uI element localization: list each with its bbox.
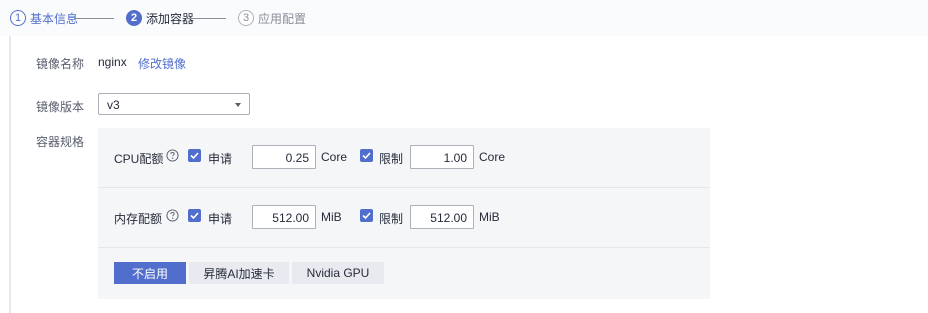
memory-request-input[interactable]: 512.00 <box>252 205 316 229</box>
cpu-limit-value: 1.00 <box>443 151 467 165</box>
step-connector <box>74 18 114 19</box>
step-label: 应用配置 <box>258 11 307 26</box>
cpu-quota-row: CPU配额 申请 0.25 Core 限制 1.00 Core <box>98 128 710 188</box>
check-icon <box>362 212 371 220</box>
cpu-limit-unit: Core <box>479 150 506 164</box>
accelerator-option-disabled[interactable]: 不启用 <box>114 262 186 284</box>
image-name-label: 镜像名称 <box>36 57 85 71</box>
question-circle-icon[interactable] <box>166 209 179 222</box>
memory-request-label: 申请 <box>208 212 233 226</box>
cpu-quota-title: CPU配额 <box>114 152 164 166</box>
question-circle-icon[interactable] <box>166 149 179 162</box>
image-version-value: v3 <box>107 98 120 112</box>
check-icon <box>190 152 199 160</box>
check-icon <box>190 212 199 220</box>
step-number: 1 <box>10 10 26 26</box>
memory-request-checkbox[interactable] <box>188 209 201 222</box>
change-image-link[interactable]: 修改镜像 <box>138 55 186 72</box>
step-basic-info[interactable]: 1 基本信息 <box>10 10 78 26</box>
image-name-value: nginx <box>98 55 127 69</box>
check-icon <box>362 152 371 160</box>
step-add-container[interactable]: 2 添加容器 <box>126 10 194 26</box>
accelerator-option-ascend[interactable]: 昇腾AI加速卡 <box>189 262 289 284</box>
cpu-request-checkbox[interactable] <box>188 149 201 162</box>
container-spec-panel: CPU配额 申请 0.25 Core 限制 1.00 Core 内存配额 申请 … <box>98 128 710 299</box>
memory-request-unit: MiB <box>321 210 342 224</box>
memory-quota-title: 内存配额 <box>114 212 163 226</box>
caret-down-icon <box>235 103 241 107</box>
memory-limit-value: 512.00 <box>430 211 467 225</box>
memory-request-value: 512.00 <box>272 211 309 225</box>
step-connector <box>186 18 226 19</box>
step-app-config[interactable]: 3 应用配置 <box>238 10 306 26</box>
cpu-request-value: 0.25 <box>285 151 309 165</box>
image-version-select[interactable]: v3 <box>98 93 250 115</box>
memory-limit-unit: MiB <box>479 210 500 224</box>
cpu-request-unit: Core <box>321 150 348 164</box>
memory-limit-input[interactable]: 512.00 <box>410 205 474 229</box>
memory-quota-row: 内存配额 申请 512.00 MiB 限制 512.00 MiB <box>98 188 710 248</box>
memory-limit-label: 限制 <box>379 212 404 226</box>
image-version-label: 镜像版本 <box>36 100 85 114</box>
wizard-stepper: 1 基本信息 2 添加容器 3 应用配置 <box>0 0 928 36</box>
cpu-request-input[interactable]: 0.25 <box>252 145 316 169</box>
cpu-limit-input[interactable]: 1.00 <box>410 145 474 169</box>
container-spec-label: 容器规格 <box>36 135 85 149</box>
cpu-limit-checkbox[interactable] <box>360 149 373 162</box>
cpu-request-label: 申请 <box>208 152 233 166</box>
memory-limit-checkbox[interactable] <box>360 209 373 222</box>
step-number: 2 <box>126 10 142 26</box>
left-guide-bar <box>9 36 11 313</box>
accelerator-option-nvidia-gpu[interactable]: Nvidia GPU <box>292 262 384 284</box>
cpu-limit-label: 限制 <box>379 152 404 166</box>
step-label: 基本信息 <box>30 11 79 26</box>
step-number: 3 <box>238 10 254 26</box>
